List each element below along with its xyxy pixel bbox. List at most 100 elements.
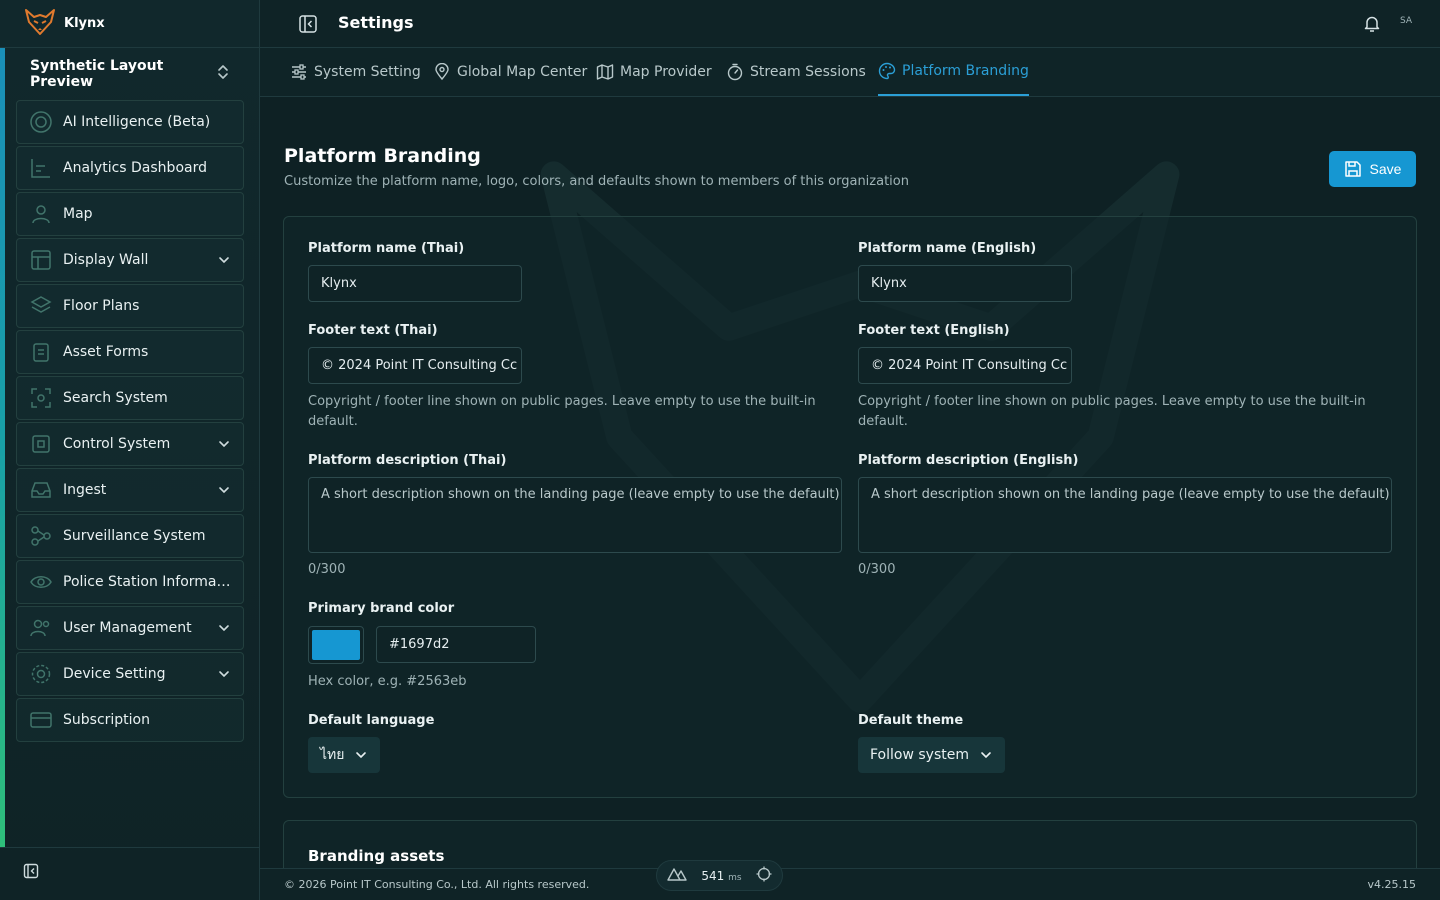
users-icon <box>27 614 55 642</box>
chevrons-up-down-icon <box>216 63 230 85</box>
sidebar-item-police-station-information[interactable]: Police Station Informati... <box>16 560 244 604</box>
select-value: Follow system <box>870 747 969 763</box>
sidebar-toggle-icon[interactable] <box>298 14 318 34</box>
person-icon <box>27 200 55 228</box>
crosshair-icon <box>756 866 772 886</box>
save-button[interactable]: Save <box>1329 151 1416 187</box>
tab-label: Map Provider <box>620 64 712 80</box>
sidebar-item-label: User Management <box>63 620 192 636</box>
platform-description-english-textarea[interactable]: A short description shown on the landing… <box>858 477 1392 553</box>
sidebar-item-map[interactable]: Map <box>16 192 244 236</box>
layers-icon <box>27 292 55 320</box>
eye-icon <box>27 568 55 596</box>
sidebar-item-ingest[interactable]: Ingest <box>16 468 244 512</box>
color-picker-swatch[interactable] <box>308 626 364 664</box>
help-line: default. <box>308 414 358 429</box>
tab-platform-branding[interactable]: Platform Branding <box>878 48 1029 96</box>
brand-color-hex-input[interactable]: #1697d2 <box>376 626 536 663</box>
tab-global-map-center[interactable]: Global Map Center <box>433 48 587 96</box>
sidebar-item-label: Subscription <box>63 712 150 728</box>
color-swatch <box>312 630 360 660</box>
sidebar-item-label: Device Setting <box>63 666 166 682</box>
nuxt-logo-icon <box>667 867 687 885</box>
sidebar-item-asset-forms[interactable]: Asset Forms <box>16 330 244 374</box>
top-bar: Settings SA <box>260 0 1440 48</box>
chevron-down-icon <box>217 621 231 639</box>
bell-icon[interactable] <box>1364 15 1380 37</box>
map-pin-icon <box>433 63 451 81</box>
sidebar-item-label: Floor Plans <box>63 298 140 314</box>
sidebar-item-control-system[interactable]: Control System <box>16 422 244 466</box>
brand-color-help: Hex color, e.g. #2563eb <box>308 674 467 689</box>
default-language-label: Default language <box>308 713 435 728</box>
platform-name-thai-label: Platform name (Thai) <box>308 241 465 256</box>
card-icon <box>27 706 55 734</box>
footer: © 2026 Point IT Consulting Co., Ltd. All… <box>260 868 1440 900</box>
footer-text-thai-input[interactable]: © 2024 Point IT Consulting Cc <box>308 347 522 384</box>
fox-logo-icon <box>24 8 56 40</box>
default-theme-label: Default theme <box>858 713 964 728</box>
panel-collapse-icon <box>23 863 39 883</box>
cpu-icon <box>27 430 55 458</box>
platform-description-thai-textarea[interactable]: A short description shown on the landing… <box>308 477 842 553</box>
tab-label: Global Map Center <box>457 64 588 80</box>
sidebar-item-analytics-dashboard[interactable]: Analytics Dashboard <box>16 146 244 190</box>
sidebar-item-search-system[interactable]: Search System <box>16 376 244 420</box>
tab-label: Platform Branding <box>902 63 1029 79</box>
branding-form-card: Platform name (Thai) Klynx Platform name… <box>283 216 1417 798</box>
sidebar-item-label: Map <box>63 206 93 222</box>
branding-assets-title: Branding assets <box>308 847 445 865</box>
help-line: default. <box>858 414 908 429</box>
select-value: ไทย <box>320 747 345 763</box>
chevron-down-icon <box>979 748 993 762</box>
scan-icon <box>27 384 55 412</box>
organization-switcher[interactable]: Synthetic Layout Preview <box>16 56 244 92</box>
page-title: Platform Branding <box>284 145 481 167</box>
tab-map-provider[interactable]: Map Provider <box>596 48 712 96</box>
platform-description-thai-label: Platform description (Thai) <box>308 453 507 468</box>
footer-text-english-label: Footer text (English) <box>858 323 1010 338</box>
sidebar-item-floor-plans[interactable]: Floor Plans <box>16 284 244 328</box>
main-content: Platform Branding Customize the platform… <box>260 97 1440 868</box>
sidebar-item-label: Control System <box>63 436 171 452</box>
chevron-down-icon <box>217 437 231 455</box>
network-icon <box>27 522 55 550</box>
tab-stream-sessions[interactable]: Stream Sessions <box>726 48 866 96</box>
sidebar-nav: AI Intelligence (Beta) Analytics Dashboa… <box>16 100 244 744</box>
tab-label: Stream Sessions <box>750 64 866 80</box>
page-subtitle: Customize the platform name, logo, color… <box>284 174 909 189</box>
latency-indicator[interactable]: 541 ms <box>656 860 783 891</box>
sidebar-item-label: Analytics Dashboard <box>63 160 207 176</box>
footer-text-english-help: Copyright / footer line shown on public … <box>858 392 1378 432</box>
brand[interactable]: Klynx <box>0 0 260 48</box>
platform-description-english-label: Platform description (English) <box>858 453 1079 468</box>
sidebar-item-user-management[interactable]: User Management <box>16 606 244 650</box>
sidebar-item-ai-intelligence[interactable]: AI Intelligence (Beta) <box>16 100 244 144</box>
sidebar-item-device-setting[interactable]: Device Setting <box>16 652 244 696</box>
branding-assets-card: Branding assets <box>283 820 1417 868</box>
sidebar-item-label: AI Intelligence (Beta) <box>63 114 211 130</box>
sidebar-item-surveillance-system[interactable]: Surveillance System <box>16 514 244 558</box>
footer-text-english-input[interactable]: © 2024 Point IT Consulting Cc <box>858 347 1072 384</box>
primary-brand-color-label: Primary brand color <box>308 601 455 616</box>
app-version: v4.25.15 <box>1367 878 1417 891</box>
avatar[interactable]: SA <box>1400 16 1412 26</box>
sidebar-item-label: Surveillance System <box>63 528 206 544</box>
sidebar-item-subscription[interactable]: Subscription <box>16 698 244 742</box>
map-icon <box>596 63 614 81</box>
default-theme-select[interactable]: Follow system <box>858 737 1005 773</box>
sidebar-item-display-wall[interactable]: Display Wall <box>16 238 244 282</box>
help-line: Copyright / footer line shown on public … <box>308 394 816 409</box>
platform-name-english-input[interactable]: Klynx <box>858 265 1072 302</box>
save-icon <box>1344 161 1361 177</box>
chevron-down-icon <box>217 253 231 271</box>
tab-system-setting[interactable]: System Setting <box>290 48 421 96</box>
collapse-sidebar-button[interactable] <box>22 863 40 883</box>
sidebar-item-label: Asset Forms <box>63 344 149 360</box>
sidebar-accent-bar <box>0 48 5 848</box>
divider <box>0 847 260 848</box>
footer-copyright: © 2026 Point IT Consulting Co., Ltd. All… <box>284 878 590 891</box>
default-language-select[interactable]: ไทย <box>308 737 381 773</box>
latency-number: 541 <box>701 868 725 883</box>
platform-name-thai-input[interactable]: Klynx <box>308 265 522 302</box>
